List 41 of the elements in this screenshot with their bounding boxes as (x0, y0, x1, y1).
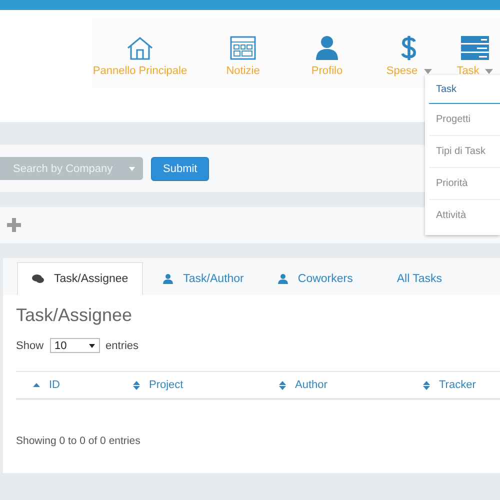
nav-label: Profilo (311, 65, 343, 77)
caret-icon (129, 166, 135, 170)
user-icon (278, 274, 288, 284)
nav-item[interactable]: Task (450, 35, 500, 77)
column-header[interactable]: Author (262, 379, 406, 391)
nav-label: Task (456, 65, 480, 77)
list-icon (461, 35, 489, 61)
tab[interactable]: All Tasks (382, 263, 456, 295)
table-info: Showing 0 to 0 of 0 entries (16, 435, 142, 447)
chat-icon (32, 274, 44, 284)
column-header[interactable]: Project (116, 379, 262, 391)
select-placeholder: Search by Company (13, 162, 113, 174)
dollar-icon (400, 35, 418, 61)
nav-label: Spese (386, 65, 418, 77)
house-icon (126, 35, 154, 61)
column-header[interactable]: ID (16, 379, 116, 391)
column-header[interactable]: Tracker (406, 379, 500, 391)
user-icon (316, 35, 338, 61)
nav-item[interactable]: Pannello Principale (92, 35, 188, 77)
user-icon (163, 274, 174, 284)
newspaper-icon (230, 35, 256, 61)
panel-title: Task/Assignee (16, 305, 134, 326)
tab[interactable]: Task/Author (149, 263, 258, 295)
tab[interactable]: Task/Assignee (17, 262, 144, 295)
menu-item[interactable]: Tipi di Task (429, 136, 500, 168)
nav-label: Pannello Principale (92, 65, 188, 77)
entries-label: entries (106, 340, 139, 352)
entries-select[interactable]: 10 (50, 338, 100, 353)
plus-icon[interactable] (7, 218, 21, 232)
menu-item[interactable]: Task (429, 75, 500, 104)
submit-button[interactable]: Submit (151, 156, 210, 180)
tab[interactable]: Coworkers (264, 263, 367, 295)
nav-item[interactable]: Profilo (292, 35, 362, 77)
menu-item[interactable]: Progetti (429, 104, 500, 136)
nav-item[interactable]: Spese (372, 35, 446, 77)
nav-item[interactable]: Notizie (202, 35, 284, 77)
caret-icon (88, 344, 95, 348)
menu-item[interactable]: Attività (429, 200, 500, 231)
nav-label: Notizie (226, 65, 260, 77)
show-label: Show (16, 340, 44, 352)
menu-item[interactable]: Priorità (429, 168, 500, 200)
